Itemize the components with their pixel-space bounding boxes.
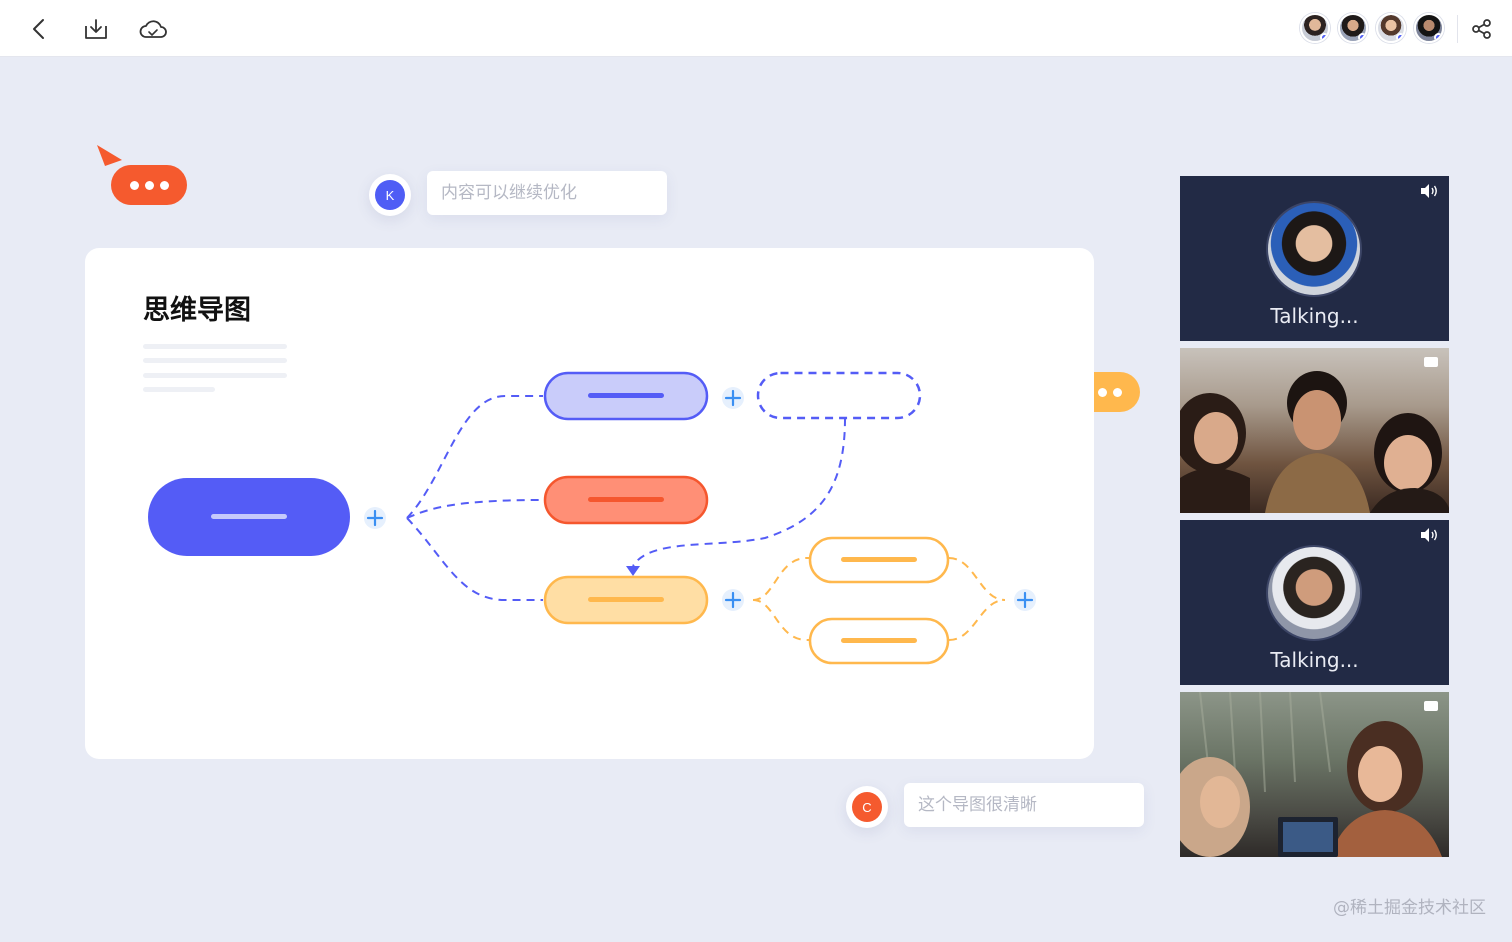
connector-yellow-group: [752, 557, 810, 641]
avatar-letter: K: [375, 180, 405, 210]
collaborator-avatars: [1300, 13, 1444, 43]
video-tile-photo-1[interactable]: [1180, 348, 1449, 513]
typing-dots: [111, 165, 187, 205]
avatar-letter: C: [852, 792, 882, 822]
add-node-icon: [364, 507, 386, 529]
cloud-icon[interactable]: [138, 14, 168, 44]
commenter-avatar-k: K: [369, 174, 411, 216]
connector-root-red: [406, 499, 544, 519]
add-node-icon: [1014, 589, 1036, 611]
participant-video: [1180, 692, 1442, 857]
connector-root-yellow: [406, 517, 543, 601]
mindmap-card: 思维导图: [85, 248, 1094, 759]
node-empty: [756, 371, 922, 420]
connector-group-out: [948, 557, 1006, 641]
share-icon[interactable]: [1467, 14, 1497, 44]
commenter-avatar-c: C: [846, 786, 888, 828]
mindmap-canvas: [148, 371, 1036, 665]
arrow-head: [626, 566, 640, 576]
participant-video: [1180, 371, 1449, 513]
download-icon[interactable]: [81, 14, 111, 44]
video-tile-speaker-2[interactable]: Talking...: [1180, 520, 1449, 685]
speaker-icon: [1421, 528, 1437, 542]
comment-box-top: [427, 171, 667, 215]
collaborator-avatar[interactable]: [1376, 13, 1406, 43]
add-node-icon: [722, 387, 744, 409]
toolbar-divider: [1457, 15, 1458, 43]
participant-avatar: [1266, 201, 1362, 297]
collaborator-avatar[interactable]: [1300, 13, 1330, 43]
top-toolbar: [0, 0, 1512, 57]
camera-icon: [1424, 701, 1438, 711]
add-node-icon: [722, 589, 744, 611]
collaborator-avatar[interactable]: [1414, 13, 1444, 43]
talking-label: Talking...: [1270, 304, 1359, 328]
online-dot: [1358, 33, 1366, 41]
online-dot: [1396, 33, 1404, 41]
comment-box-bottom: [904, 783, 1144, 827]
comment-input[interactable]: [441, 183, 660, 203]
participant-avatar: [1266, 545, 1362, 641]
back-icon[interactable]: [24, 14, 54, 44]
video-tile-photo-2[interactable]: [1180, 692, 1449, 857]
collaborator-avatar[interactable]: [1338, 13, 1368, 43]
comment-input[interactable]: [918, 795, 1137, 815]
talking-label: Talking...: [1270, 648, 1359, 672]
video-tile-speaker-1[interactable]: Talking...: [1180, 176, 1449, 341]
speaker-icon: [1421, 184, 1437, 198]
watermark: @稀土掘金技术社区: [1333, 898, 1486, 918]
camera-icon: [1424, 357, 1438, 367]
online-dot: [1320, 33, 1328, 41]
online-dot: [1434, 33, 1442, 41]
